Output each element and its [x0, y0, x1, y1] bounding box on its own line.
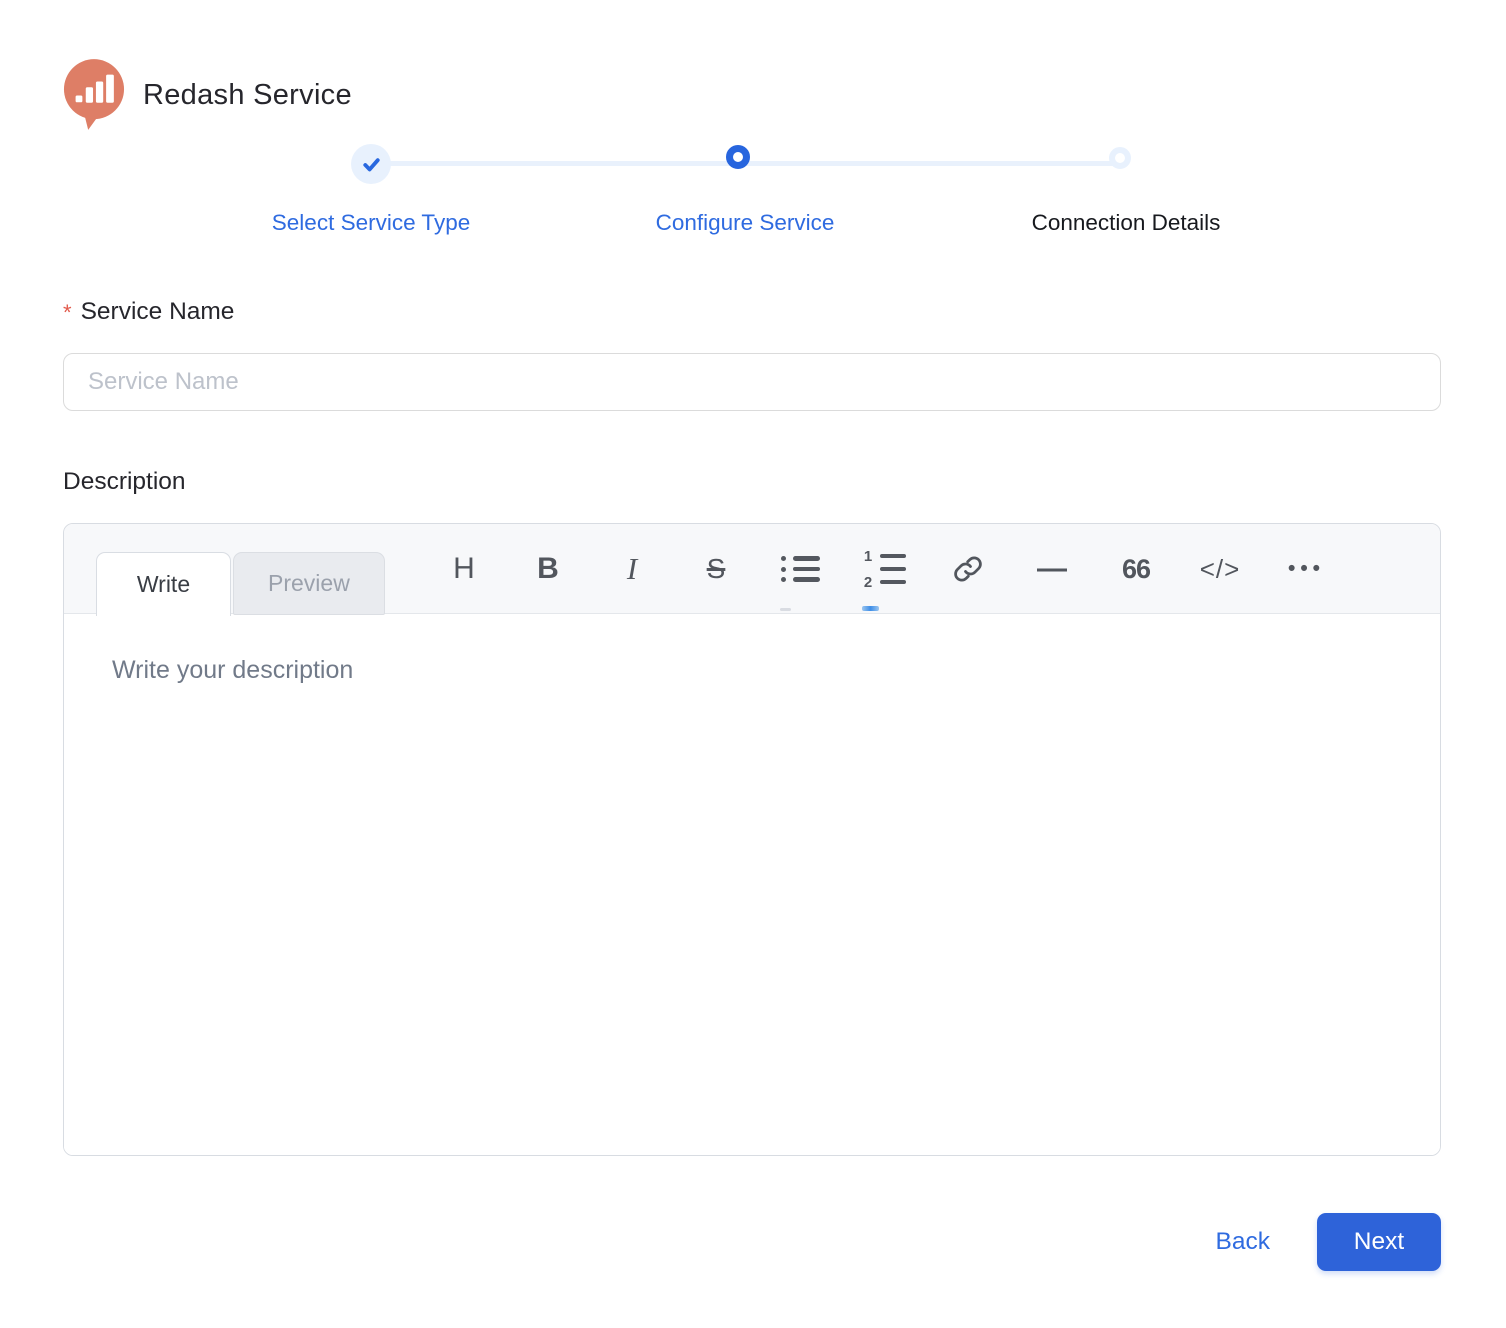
horizontal-rule-icon[interactable]: —: [1028, 541, 1076, 597]
tab-preview[interactable]: Preview: [233, 552, 385, 615]
description-label: Description: [63, 468, 1441, 496]
check-icon: [360, 153, 383, 176]
italic-icon[interactable]: I: [608, 541, 656, 597]
step-label-connection-details[interactable]: Connection Details: [1032, 210, 1221, 236]
back-button[interactable]: Back: [1216, 1228, 1270, 1256]
more-options-icon[interactable]: •••: [1280, 541, 1328, 597]
description-editor: Write Preview H B I S 1: [63, 523, 1441, 1156]
service-name-label: * Service Name: [63, 298, 1441, 326]
link-icon[interactable]: [944, 541, 992, 597]
quote-icon[interactable]: 66: [1112, 541, 1160, 597]
step-label-select-service-type[interactable]: Select Service Type: [272, 210, 470, 236]
strikethrough-icon[interactable]: S: [692, 541, 740, 597]
stepper: Select Service Type Configure Service Co…: [63, 134, 1441, 248]
app-header: Redash Service: [63, 58, 1441, 132]
page-title: Redash Service: [143, 79, 352, 112]
step-1-indicator-completed[interactable]: [351, 144, 391, 184]
step-label-configure-service[interactable]: Configure Service: [656, 210, 835, 236]
heading-icon[interactable]: H: [440, 541, 488, 597]
wizard-footer: Back Next: [63, 1213, 1441, 1271]
service-name-label-text: Service Name: [81, 298, 235, 326]
tab-write[interactable]: Write: [96, 552, 231, 616]
editor-toolbar: H B I S 1 2: [440, 524, 1364, 614]
step-3-indicator-upcoming[interactable]: [1109, 147, 1131, 169]
editor-toolbar-bar: Write Preview H B I S 1: [64, 524, 1440, 614]
service-name-input[interactable]: [63, 353, 1441, 411]
editor-body: [64, 614, 1440, 1155]
unordered-list-icon[interactable]: [776, 541, 824, 597]
code-icon[interactable]: </>: [1196, 541, 1244, 597]
next-button[interactable]: Next: [1317, 1213, 1441, 1271]
step-2-indicator-active[interactable]: [726, 145, 750, 169]
redash-logo-icon: [63, 58, 125, 132]
ordered-list-icon[interactable]: 1 2: [860, 541, 908, 597]
required-asterisk: *: [63, 298, 72, 326]
bold-icon[interactable]: B: [524, 541, 572, 597]
service-wizard-page: Redash Service Select Service Type Confi…: [0, 0, 1506, 1271]
description-textarea[interactable]: [64, 614, 1440, 1155]
editor-tabs: Write Preview: [96, 552, 385, 616]
